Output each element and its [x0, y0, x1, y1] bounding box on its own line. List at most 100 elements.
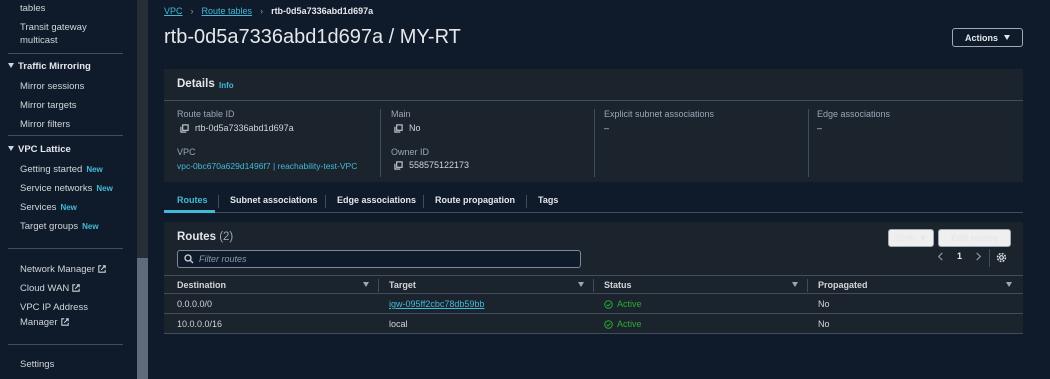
sort-icon[interactable]	[792, 282, 798, 287]
chevron-right-icon: ›	[190, 6, 194, 16]
column-header-target[interactable]: Target	[389, 280, 416, 290]
sidebar-divider	[8, 248, 123, 249]
table-row: 10.0.0.0/16 local Active No	[164, 314, 1023, 334]
details-panel: Details Info Route table ID rtb-0d5a7336…	[164, 69, 1023, 182]
tab-subnet-associations[interactable]: Subnet associations	[230, 195, 318, 205]
caret-down-icon	[8, 63, 14, 68]
info-link[interactable]: Info	[219, 81, 234, 90]
column-header-destination[interactable]: Destination	[177, 280, 226, 290]
cell-propagated: No	[818, 319, 830, 329]
table-header: Destination Target Status Propagated	[164, 275, 1023, 294]
new-badge: New	[86, 165, 103, 174]
routes-panel: Routes (2) Both Edit routes 1 Destinatio…	[164, 222, 1023, 334]
new-badge: New	[96, 184, 113, 193]
column-divider[interactable]	[378, 279, 379, 292]
cell-target-link[interactable]: igw-095ff2cbc78db59bb	[389, 299, 484, 309]
explicit-subnet-associations-value: –	[604, 123, 610, 133]
external-link-icon	[60, 318, 69, 326]
sidebar-divider	[8, 344, 123, 345]
column-divider	[380, 109, 381, 177]
page-title: rtb-0d5a7336abd1d697a / MY-RT	[164, 26, 461, 48]
sidebar-section-traffic-mirroring[interactable]: Traffic Mirroring	[8, 61, 91, 72]
edge-associations-value: –	[817, 123, 823, 133]
sidebar-item-getting-started[interactable]: Getting started New	[20, 163, 103, 176]
sidebar-item-services[interactable]: Services New	[20, 201, 77, 214]
column-header-propagated[interactable]: Propagated	[818, 280, 868, 290]
column-divider[interactable]	[593, 279, 594, 292]
sidebar-item-transit-gateway-multicast[interactable]: Transit gateway multicast	[20, 21, 87, 47]
sidebar-item-mirror-filters[interactable]: Mirror filters	[20, 118, 70, 131]
copy-icon[interactable]	[394, 123, 403, 133]
sidebar: tables Transit gateway multicast Traffic…	[0, 0, 137, 379]
search-icon	[184, 254, 194, 264]
tab-route-propagation[interactable]: Route propagation	[435, 195, 515, 205]
sidebar-item-label: multicast	[20, 35, 58, 46]
chevron-left-icon[interactable]	[937, 251, 944, 261]
cell-target: local	[389, 319, 408, 329]
owner-id-value: 558575122173	[394, 160, 469, 170]
route-table-id-value: rtb-0d5a7336abd1d697a	[180, 123, 294, 133]
owner-id-label: Owner ID	[391, 147, 430, 157]
sidebar-item-route-tables[interactable]: tables	[20, 2, 45, 15]
sort-icon[interactable]	[363, 282, 369, 287]
cell-status: Active	[604, 299, 642, 309]
sidebar-item-network-manager[interactable]: Network Manager	[20, 263, 106, 276]
pagination-divider	[989, 249, 990, 267]
filter-routes-input[interactable]	[199, 254, 559, 264]
column-divider	[808, 109, 809, 177]
sidebar-item-mirror-targets[interactable]: Mirror targets	[20, 99, 76, 112]
sidebar-item-vpc-ip-address-manager[interactable]: VPC IP Address Manager	[20, 301, 88, 329]
route-filter-select[interactable]: Both	[888, 229, 934, 247]
main-label: Main	[391, 109, 411, 119]
cell-destination: 0.0.0.0/0	[177, 299, 213, 309]
tab-divider	[526, 195, 527, 208]
sort-icon[interactable]	[578, 282, 584, 287]
page-number[interactable]: 1	[957, 251, 962, 261]
actions-button[interactable]: Actions	[952, 28, 1023, 47]
column-divider[interactable]	[807, 279, 808, 292]
filter-routes-field[interactable]	[177, 250, 581, 268]
scrollbar-thumb[interactable]	[137, 258, 148, 379]
tab-edge-associations[interactable]: Edge associations	[337, 195, 416, 205]
breadcrumb-route-tables[interactable]: Route tables	[202, 6, 253, 16]
caret-down-icon	[8, 146, 14, 151]
tab-tags[interactable]: Tags	[538, 195, 558, 205]
main-value: No	[394, 123, 421, 133]
sidebar-item-mirror-sessions[interactable]: Mirror sessions	[20, 80, 84, 93]
caret-down-icon	[919, 235, 926, 241]
sidebar-item-service-networks[interactable]: Service networks New	[20, 182, 113, 195]
tab-divider	[218, 195, 219, 208]
external-link-icon	[98, 265, 106, 273]
chevron-right-icon: ›	[260, 6, 264, 16]
tab-routes[interactable]: Routes	[177, 195, 208, 205]
sort-icon[interactable]	[1006, 282, 1012, 287]
cell-propagated: No	[818, 299, 830, 309]
edit-routes-button[interactable]: Edit routes	[938, 229, 1011, 247]
column-divider	[594, 109, 595, 177]
sidebar-item-settings[interactable]: Settings	[20, 358, 54, 371]
gear-icon[interactable]	[996, 252, 1007, 263]
cell-status: Active	[604, 319, 642, 329]
new-badge: New	[60, 203, 77, 212]
caret-down-icon	[1004, 35, 1010, 40]
routes-title: Routes (2)	[177, 231, 234, 243]
sidebar-item-target-groups[interactable]: Target groups New	[20, 220, 99, 233]
check-circle-icon	[604, 299, 613, 309]
vpc-link[interactable]: vpc-0bc670a629d1496f7 | reachability-tes…	[177, 161, 357, 171]
sidebar-item-label: Transit gateway	[20, 22, 87, 33]
sidebar-item-cloud-wan[interactable]: Cloud WAN	[20, 282, 81, 295]
breadcrumb-vpc[interactable]: VPC	[164, 6, 183, 16]
sidebar-section-vpc-lattice[interactable]: VPC Lattice	[8, 144, 71, 155]
copy-icon[interactable]	[180, 123, 189, 133]
tab-divider	[423, 195, 424, 208]
column-header-status[interactable]: Status	[604, 280, 632, 290]
chevron-right-icon[interactable]	[975, 251, 982, 261]
table-row: 0.0.0.0/0 igw-095ff2cbc78db59bb Active N…	[164, 294, 1023, 314]
external-link-icon	[72, 284, 81, 292]
details-header: Details Info	[164, 69, 1023, 101]
copy-icon[interactable]	[394, 160, 403, 170]
edge-associations-label: Edge associations	[817, 109, 891, 119]
tab-bar: Routes Subnet associations Edge associat…	[164, 190, 1023, 213]
route-table-id-label: Route table ID	[177, 109, 235, 119]
routes-count: (2)	[219, 231, 234, 243]
